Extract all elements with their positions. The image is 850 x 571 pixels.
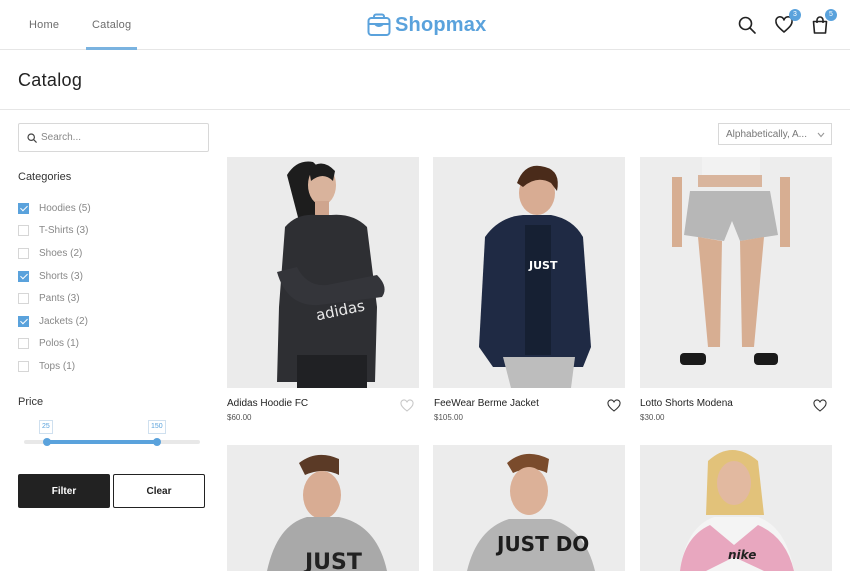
cart-count-badge: 5 [825,9,837,21]
product-image[interactable] [640,157,832,388]
product-price: $60.00 [227,413,252,422]
category-checkbox[interactable] [18,270,29,282]
price-max-tooltip: 150 [148,420,166,434]
product-photo-hoodie-woman: adidas [227,157,419,388]
category-checkbox[interactable] [18,360,29,372]
top-header: Home Catalog Shopmax 3 5 [0,0,850,50]
product-image[interactable]: JUST DO [433,445,625,571]
price-min-tooltip: 25 [39,420,53,434]
wishlist-heart-icon[interactable] [400,399,414,412]
category-shorts[interactable]: Shorts (3) [18,270,83,282]
categories-heading: Categories [18,171,72,183]
category-label: Polos (1) [39,337,80,349]
category-polos[interactable]: Polos (1) [18,337,79,349]
price-range-fill [47,440,157,444]
product-name[interactable]: Lotto Shorts Modena [640,398,733,409]
category-shoes[interactable]: Shoes (2) [18,247,82,259]
category-t-shirts[interactable]: T-Shirts (3) [18,224,88,236]
search-input[interactable] [41,125,201,150]
category-label: Tops (1) [39,360,76,372]
category-jackets[interactable]: Jackets (2) [18,315,88,327]
wishlist-count-badge: 3 [789,9,801,21]
category-checkbox[interactable] [18,247,29,259]
category-checkbox[interactable] [18,224,29,236]
print-text: nike [728,548,756,562]
product-name[interactable]: Adidas Hoodie FC [227,398,308,409]
sort-selected-value: Alphabetically, A... [726,129,807,140]
brand-logo[interactable]: Shopmax [367,12,486,38]
product-price: $30.00 [640,413,665,422]
sort-select[interactable]: Alphabetically, A... [718,123,832,145]
category-label: Shorts (3) [39,270,83,282]
product-photo-jacket-man: JUST [433,157,625,388]
active-nav-indicator [86,47,137,50]
page-title: Catalog [18,70,83,90]
product-photo-nike-woman: nike [640,445,832,571]
category-checkbox[interactable] [18,337,29,349]
product-price: $105.00 [434,413,463,422]
clear-button[interactable]: Clear [113,474,205,508]
category-label: Hoodies (5) [39,202,91,214]
category-label: Shoes (2) [39,247,83,259]
category-label: Jackets (2) [39,315,88,327]
product-photo-sweatshirt-man: JUST DO [433,445,625,571]
print-text: JUST [528,259,558,272]
search-icon[interactable] [737,15,757,35]
category-hoodies[interactable]: Hoodies (5) [18,202,91,214]
product-photo-hoodie-man: JUST [227,445,419,571]
category-checkbox[interactable] [18,315,29,327]
category-checkbox[interactable] [18,202,29,214]
print-text: JUST [303,550,362,571]
product-image[interactable]: adidas [227,157,419,388]
print-text: JUST DO [495,532,589,556]
product-image[interactable]: JUST [227,445,419,571]
product-name[interactable]: FeeWear Berme Jacket [434,398,539,409]
filter-button[interactable]: Filter [18,474,110,508]
product-photo-shorts-woman [640,157,832,388]
price-min-handle[interactable] [43,438,51,446]
search-box[interactable] [18,123,209,152]
wishlist-heart-icon[interactable] [607,399,621,412]
wishlist-heart-icon[interactable] [813,399,827,412]
price-heading: Price [18,396,44,408]
category-label: T-Shirts (3) [39,224,89,236]
price-max-handle[interactable] [153,438,161,446]
category-checkbox[interactable] [18,292,29,304]
shop-bag-logo-icon [367,13,391,36]
page-title-bar: Catalog [0,51,850,110]
category-label: Pants (3) [39,292,80,304]
category-pants[interactable]: Pants (3) [18,292,80,304]
brand-name: Shopmax [395,13,487,36]
product-image[interactable]: JUST [433,157,625,388]
nav-home-link[interactable]: Home [29,19,59,31]
search-icon [27,133,37,143]
category-tops[interactable]: Tops (1) [18,360,75,372]
product-image[interactable]: nike [640,445,832,571]
chevron-down-icon [817,132,825,138]
nav-catalog-link[interactable]: Catalog [92,19,131,31]
